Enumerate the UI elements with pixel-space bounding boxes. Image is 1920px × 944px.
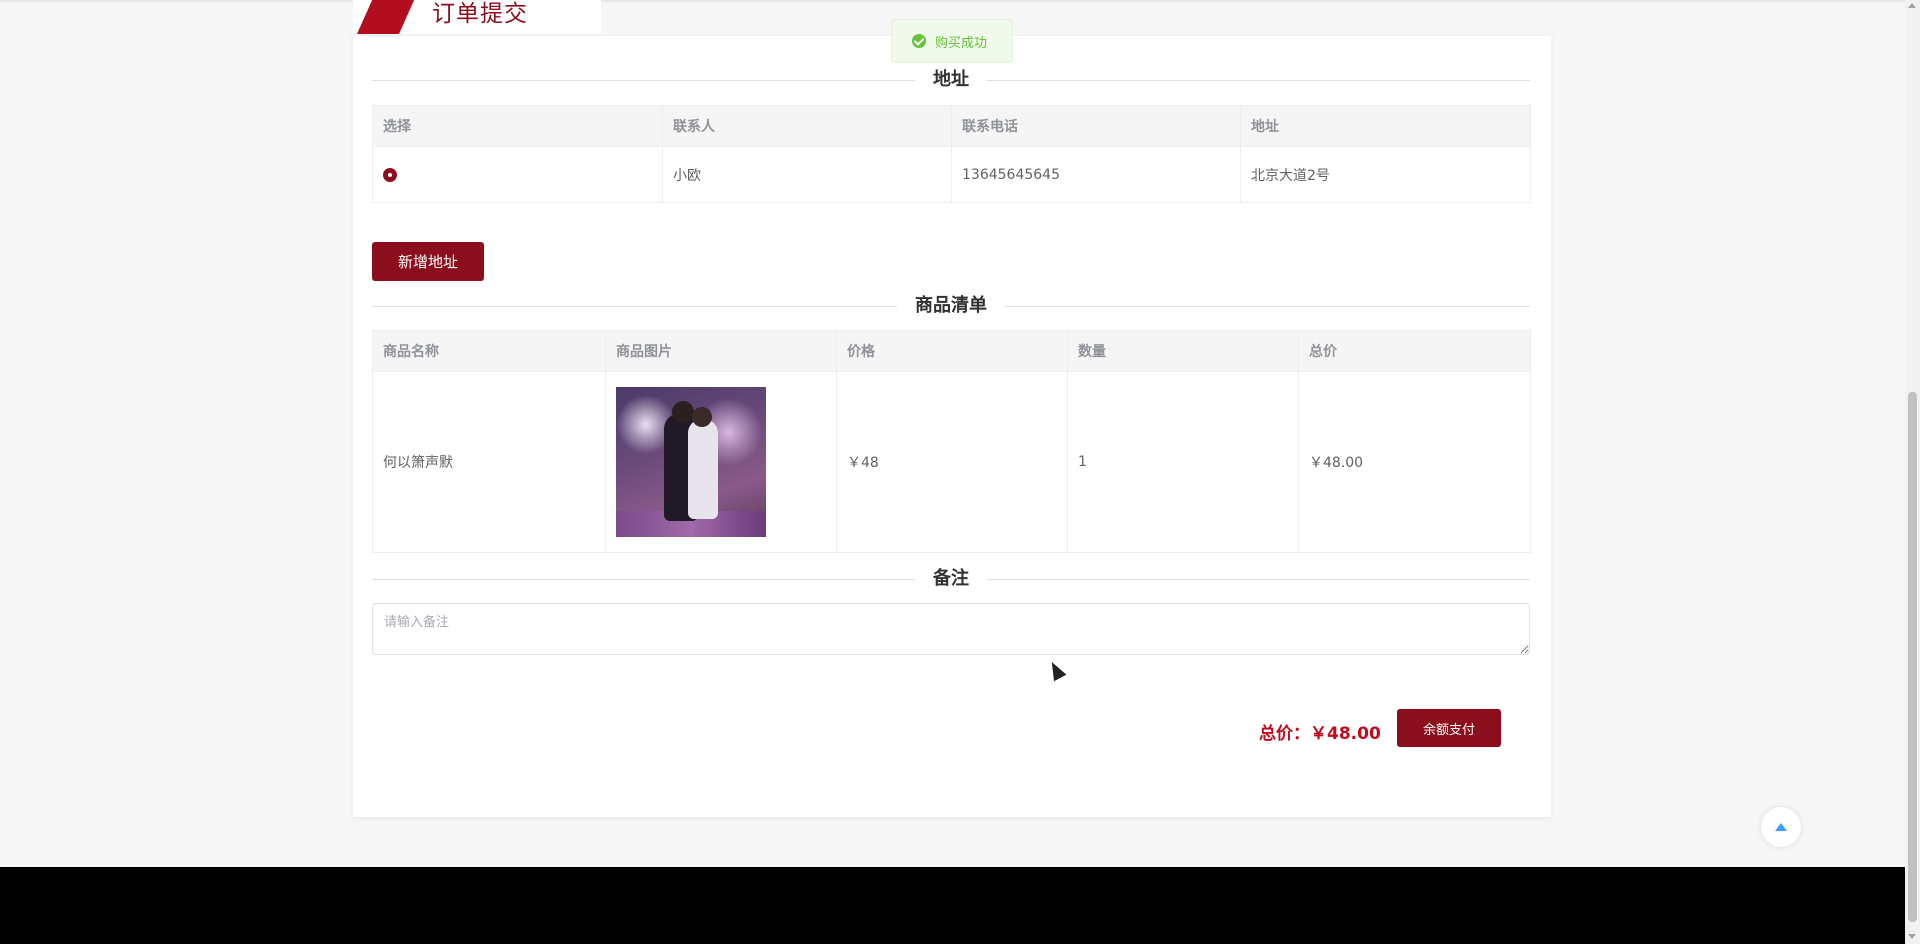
product-table-header: 商品名称 商品图片 价格 数量 总价 [372,330,1531,372]
address-text: 北京大道2号 [1240,146,1531,203]
toast-message: 购买成功 [935,35,988,51]
product-heading: 商品清单 [897,296,1005,316]
balance-pay-button[interactable]: 余额支付 [1397,709,1501,747]
address-select-cell [372,146,663,203]
order-card: 地址 选择 联系人 联系电话 地址 小欧 13645645645 北京大道2号 [353,36,1551,817]
address-radio[interactable] [383,167,397,182]
remark-heading: 备注 [915,569,987,589]
column-product-image: 商品图片 [605,330,837,372]
product-table: 商品名称 商品图片 价格 数量 总价 何以箫声默 ￥48 1 ￥48.00 [372,330,1531,553]
address-table: 选择 联系人 联系电话 地址 小欧 13645645645 北京大道2号 [372,105,1531,203]
address-heading: 地址 [915,70,987,90]
product-price: ￥48 [836,371,1068,553]
column-address: 地址 [1240,105,1531,147]
column-product-name: 商品名称 [372,330,606,372]
column-contact: 联系人 [662,105,952,147]
remark-divider: 备注 [372,569,1530,589]
column-select: 选择 [372,105,663,147]
success-toast: 购买成功 [891,19,1013,63]
page-title: 订单提交 [432,1,528,27]
product-name: 何以箫声默 [372,371,606,553]
column-quantity: 数量 [1067,330,1299,372]
success-check-icon [912,34,926,48]
scroll-thumb[interactable] [1908,392,1917,922]
column-phone: 联系电话 [951,105,1241,147]
address-contact: 小欧 [662,146,952,203]
column-total: 总价 [1298,330,1531,372]
product-total: ￥48.00 [1298,371,1531,553]
arrow-up-icon [1775,823,1787,831]
address-row[interactable]: 小欧 13645645645 北京大道2号 [372,146,1531,203]
scroll-up-arrow-icon[interactable] [1908,3,1916,8]
add-address-button[interactable]: 新增地址 [372,242,484,281]
address-divider: 地址 [372,70,1530,90]
page-footer [0,867,1905,944]
column-price: 价格 [836,330,1068,372]
order-total: 总价：￥48.00 [1259,719,1381,744]
remark-input[interactable] [372,603,1530,655]
address-phone: 13645645645 [951,146,1241,203]
product-image-cell [605,371,837,553]
product-row: 何以箫声默 ￥48 1 ￥48.00 [372,371,1531,553]
product-image [616,387,766,537]
total-value: ￥48.00 [1310,724,1381,744]
scroll-down-arrow-icon[interactable] [1908,934,1916,939]
product-divider: 商品清单 [372,296,1530,316]
top-border [0,0,1905,2]
product-quantity: 1 [1067,371,1299,553]
back-to-top-button[interactable] [1761,807,1801,847]
vertical-scrollbar[interactable] [1905,0,1920,944]
total-label: 总价： [1259,724,1310,744]
address-table-header: 选择 联系人 联系电话 地址 [372,105,1531,147]
